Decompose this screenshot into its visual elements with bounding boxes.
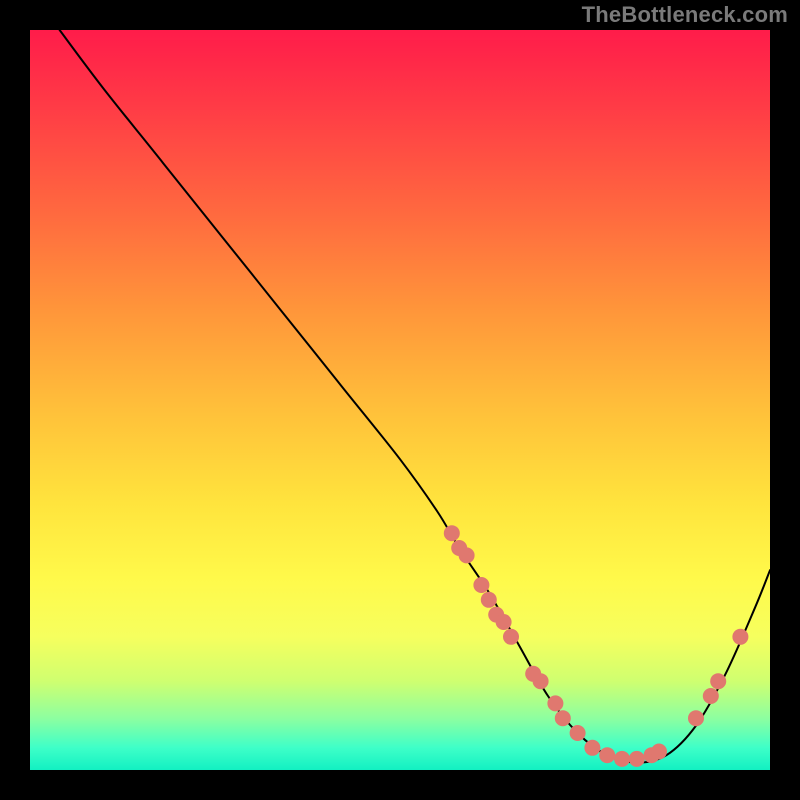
scatter-dot: [710, 673, 726, 689]
scatter-dot: [599, 747, 615, 763]
scatter-dot: [555, 710, 571, 726]
scatter-dot: [473, 577, 489, 593]
scatter-dots: [444, 525, 749, 767]
plot-area: [30, 30, 770, 770]
scatter-dot: [496, 614, 512, 630]
scatter-dot: [547, 695, 563, 711]
scatter-dot: [459, 547, 475, 563]
scatter-dot: [503, 629, 519, 645]
watermark-text: TheBottleneck.com: [582, 2, 788, 28]
scatter-dot: [688, 710, 704, 726]
scatter-dot: [703, 688, 719, 704]
scatter-dot: [651, 744, 667, 760]
scatter-dot: [629, 751, 645, 767]
scatter-dot: [481, 592, 497, 608]
scatter-dot: [732, 629, 748, 645]
scatter-dot: [570, 725, 586, 741]
scatter-dot: [444, 525, 460, 541]
bottleneck-curve: [60, 30, 770, 763]
scatter-dot: [614, 751, 630, 767]
scatter-dot: [584, 740, 600, 756]
curve-svg: [30, 30, 770, 770]
scatter-dot: [533, 673, 549, 689]
chart-stage: TheBottleneck.com: [0, 0, 800, 800]
